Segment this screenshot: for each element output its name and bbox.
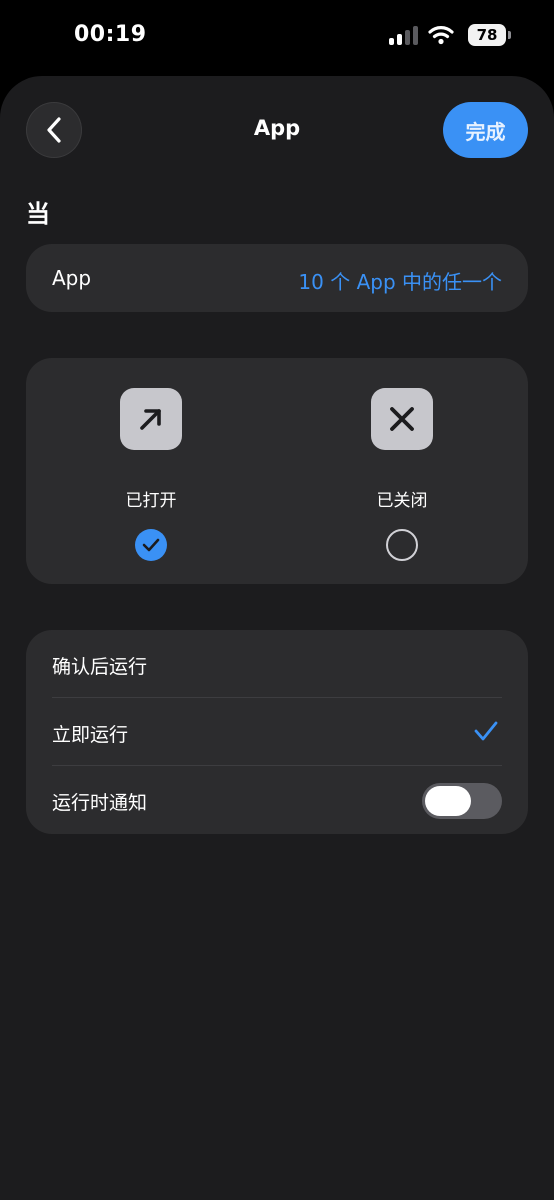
status-icons: 78 bbox=[389, 24, 511, 46]
run-options-card: 确认后运行 立即运行 运行时通知 bbox=[26, 630, 528, 834]
state-label-opened: 已打开 bbox=[125, 491, 177, 511]
toggle-knob bbox=[425, 786, 471, 816]
done-button[interactable]: 完成 bbox=[443, 102, 528, 158]
checkmark-icon bbox=[142, 538, 160, 552]
state-option-opened[interactable]: 已打开 bbox=[51, 388, 251, 561]
battery-icon: 78 bbox=[468, 24, 511, 46]
app-state-card: 已打开 已关闭 bbox=[26, 358, 528, 584]
status-bar: 00:19 78 bbox=[0, 0, 554, 76]
option-run-immediately[interactable]: 立即运行 bbox=[26, 698, 528, 766]
app-row-label: App bbox=[52, 266, 92, 290]
state-option-closed[interactable]: 已关闭 bbox=[302, 388, 502, 561]
checkmark-icon bbox=[474, 721, 498, 741]
notify-toggle[interactable] bbox=[422, 783, 502, 819]
app-selector-row[interactable]: App 10 个 App 中的任一个 bbox=[26, 244, 528, 312]
wifi-icon bbox=[428, 26, 454, 45]
x-mark-icon bbox=[371, 388, 433, 450]
option-run-after-confirm[interactable]: 确认后运行 bbox=[26, 630, 528, 698]
automation-sheet: App 完成 当 App 10 个 App 中的任一个 已打开 已关闭 确认后运… bbox=[0, 76, 554, 1200]
radio-closed-unchecked[interactable] bbox=[386, 529, 418, 561]
option-label: 确认后运行 bbox=[52, 656, 148, 678]
state-label-closed: 已关闭 bbox=[376, 491, 428, 511]
notify-label: 运行时通知 bbox=[52, 792, 148, 814]
option-notify-when-run: 运行时通知 bbox=[26, 766, 528, 834]
section-title-when: 当 bbox=[26, 200, 50, 228]
status-time: 00:19 bbox=[74, 22, 147, 47]
app-row-value[interactable]: 10 个 App 中的任一个 bbox=[298, 266, 502, 295]
arrow-up-right-icon bbox=[120, 388, 182, 450]
option-label: 立即运行 bbox=[52, 724, 129, 746]
cellular-signal-icon bbox=[389, 25, 418, 45]
radio-opened-checked[interactable] bbox=[135, 529, 167, 561]
